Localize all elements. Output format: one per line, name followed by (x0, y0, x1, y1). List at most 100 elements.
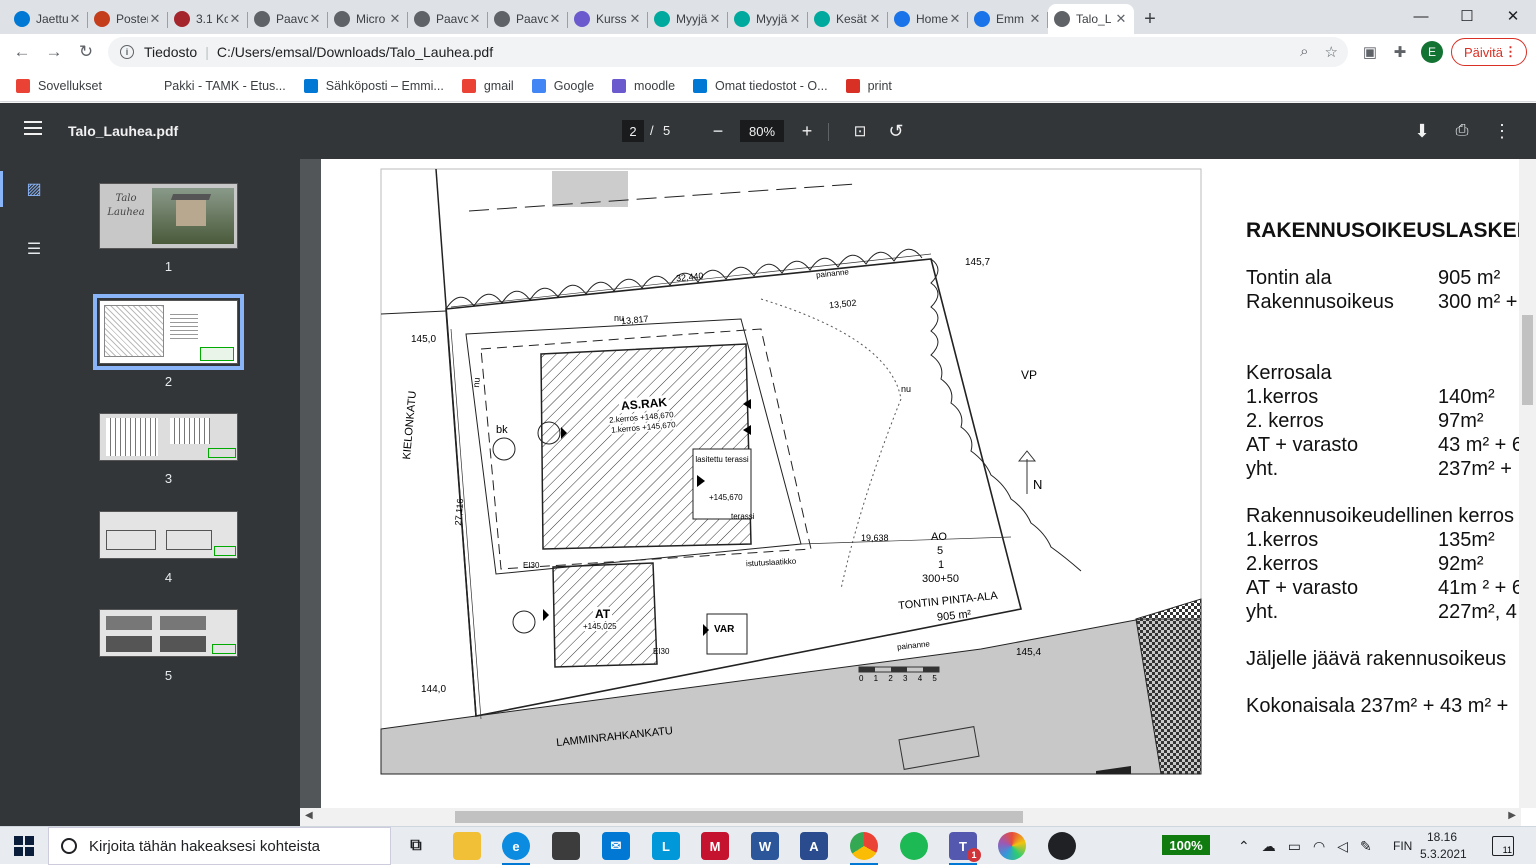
tab-close-icon[interactable]: ✕ (628, 11, 642, 27)
chevron-up-icon[interactable]: ⌃ (1238, 838, 1250, 855)
thumbnail-page-5[interactable] (99, 609, 238, 657)
forward-icon[interactable]: → (38, 36, 70, 68)
back-icon[interactable]: ← (6, 36, 38, 68)
zoom-in-icon[interactable]: + (793, 117, 821, 145)
language-indicator[interactable]: FIN (1393, 827, 1412, 865)
download-icon[interactable]: ⬇ (1408, 117, 1436, 145)
new-tab-button[interactable]: + (1134, 4, 1166, 34)
zoom-icon[interactable]: ⌕ (1300, 43, 1308, 61)
browser-tab[interactable]: Talo_L ✕ (1048, 4, 1134, 34)
bookmark-item[interactable]: Omat tiedostot - O... (693, 78, 828, 93)
teams-icon[interactable]: T1 (949, 832, 981, 865)
bookmark-item[interactable]: Sovellukset (16, 78, 102, 93)
battery-icon[interactable]: ▭ (1288, 838, 1301, 855)
pdf-viewer[interactable]: KIELONKATU LAMMINRAHKANKATU VP N 145,0 1… (300, 159, 1536, 808)
browser-tab[interactable]: Myyjä ✕ (648, 4, 728, 34)
mail-icon[interactable]: ✉ (602, 832, 630, 860)
tab-close-icon[interactable]: ✕ (1028, 11, 1042, 27)
tab-close-icon[interactable]: ✕ (308, 11, 322, 27)
photos-icon[interactable] (998, 832, 1026, 860)
wifi-icon[interactable]: ◠ (1313, 838, 1325, 855)
thumbnail-page-1[interactable]: Talo Lauhea (99, 183, 238, 249)
taskbar-search[interactable]: Kirjoita tähän hakeaksesi kohteista (48, 827, 391, 865)
hamburger-menu-icon[interactable] (24, 121, 42, 135)
scroll-right-icon[interactable]: ▶ (1508, 810, 1516, 821)
scroll-left-icon[interactable]: ◀ (305, 810, 313, 821)
browser-tab[interactable]: Kurss ✕ (568, 4, 648, 34)
thumbnail-page-4[interactable] (99, 511, 238, 559)
spotify-icon[interactable] (900, 832, 928, 860)
tab-close-icon[interactable]: ✕ (148, 11, 162, 27)
browser-tab[interactable]: Paavo ✕ (408, 4, 488, 34)
thumbnail-page-2[interactable] (93, 294, 244, 370)
update-button[interactable]: Päivitä ⋮ (1451, 38, 1527, 66)
tab-close-icon[interactable]: ✕ (68, 11, 82, 27)
task-view-icon[interactable]: ⧉ (402, 832, 430, 860)
word-icon[interactable]: W (751, 832, 779, 860)
page-number-input[interactable]: 2 (622, 120, 644, 142)
chrome-icon[interactable] (850, 832, 878, 865)
browser-tab[interactable]: Emm ✕ (968, 4, 1048, 34)
clock[interactable]: 18.16 5.3.2021 (1420, 829, 1467, 863)
horizontal-scrollbar[interactable]: ◀ ▶ (300, 808, 1521, 826)
volume-icon[interactable]: ◁ (1337, 838, 1348, 855)
bookmark-item[interactable]: gmail (461, 78, 514, 93)
bookmark-item[interactable]: Pakki - TAMK - Etus... (141, 78, 286, 93)
vertical-scroll-thumb[interactable] (1522, 315, 1533, 405)
edge-icon[interactable]: e (502, 832, 530, 865)
tab-close-icon[interactable]: ✕ (788, 11, 802, 27)
thumbnails-view-icon[interactable]: ▨ (22, 177, 46, 201)
tab-close-icon[interactable]: ✕ (708, 11, 722, 27)
bookmark-item[interactable]: Sähköposti – Emmi... (303, 78, 444, 93)
mcafee-icon[interactable]: M (701, 832, 729, 860)
tab-close-icon[interactable]: ✕ (1114, 11, 1128, 27)
bookmark-star-icon[interactable]: ☆ (1325, 43, 1338, 61)
more-actions-icon[interactable]: ⋮ (1488, 117, 1516, 145)
zoom-input[interactable]: 80% (740, 120, 784, 142)
store-icon[interactable] (552, 832, 580, 860)
browser-tab[interactable]: Kesät ✕ (808, 4, 888, 34)
autocad-icon[interactable]: A (800, 832, 828, 860)
profile-avatar[interactable]: E (1421, 41, 1443, 63)
url-text[interactable]: C:/Users/emsal/Downloads/Talo_Lauhea.pdf (217, 44, 493, 60)
bookmark-item[interactable]: Google (531, 78, 594, 93)
print-icon[interactable]: ⎙ (1448, 117, 1476, 145)
browser-tab[interactable]: Home ✕ (888, 4, 968, 34)
info-icon[interactable]: i (120, 45, 134, 59)
pen-icon[interactable]: ✎ (1360, 838, 1372, 855)
browser-tab[interactable]: Jaettu ✕ (8, 4, 88, 34)
tab-close-icon[interactable]: ✕ (868, 11, 882, 27)
extensions-puzzle-icon[interactable]: ✚ (1388, 40, 1412, 64)
windows-start-icon[interactable] (14, 836, 34, 856)
tab-close-icon[interactable]: ✕ (948, 11, 962, 27)
fit-to-page-icon[interactable]: ⊡ (846, 117, 874, 145)
browser-tab[interactable]: Paavo ✕ (248, 4, 328, 34)
battery-indicator[interactable]: 100% (1162, 835, 1210, 855)
file-explorer-icon[interactable] (453, 832, 481, 860)
onedrive-icon[interactable]: ☁ (1262, 838, 1276, 855)
app-icon[interactable] (1048, 832, 1076, 860)
browser-tab[interactable]: Poster ✕ (88, 4, 168, 34)
browser-tab[interactable]: Paavo ✕ (488, 4, 568, 34)
rotate-icon[interactable]: ↺ (882, 117, 910, 145)
tab-close-icon[interactable]: ✕ (228, 11, 242, 27)
browser-tab[interactable]: Micro ✕ (328, 4, 408, 34)
bookmark-item[interactable]: print (845, 78, 892, 93)
vertical-scrollbar[interactable] (1519, 159, 1536, 808)
l-app-icon[interactable]: L (652, 832, 680, 860)
minimize-button[interactable]: — (1398, 0, 1444, 32)
extension-icon[interactable]: ▣ (1358, 40, 1382, 64)
thumbnail-page-3[interactable] (99, 413, 238, 461)
zoom-out-icon[interactable]: − (704, 117, 732, 145)
outline-view-icon[interactable]: ☰ (22, 237, 46, 261)
close-window-button[interactable]: ✕ (1490, 0, 1536, 32)
tab-close-icon[interactable]: ✕ (388, 11, 402, 27)
reload-icon[interactable]: ↻ (70, 36, 102, 68)
browser-tab[interactable]: Myyjä ✕ (728, 4, 808, 34)
address-bar[interactable]: i Tiedosto | C:/Users/emsal/Downloads/Ta… (108, 37, 1348, 67)
notification-center-icon[interactable]: 11 (1492, 836, 1514, 856)
horizontal-scroll-thumb[interactable] (455, 811, 1023, 823)
tab-close-icon[interactable]: ✕ (548, 11, 562, 27)
bookmark-item[interactable]: moodle (612, 78, 675, 93)
browser-tab[interactable]: 3.1 Ko ✕ (168, 4, 248, 34)
